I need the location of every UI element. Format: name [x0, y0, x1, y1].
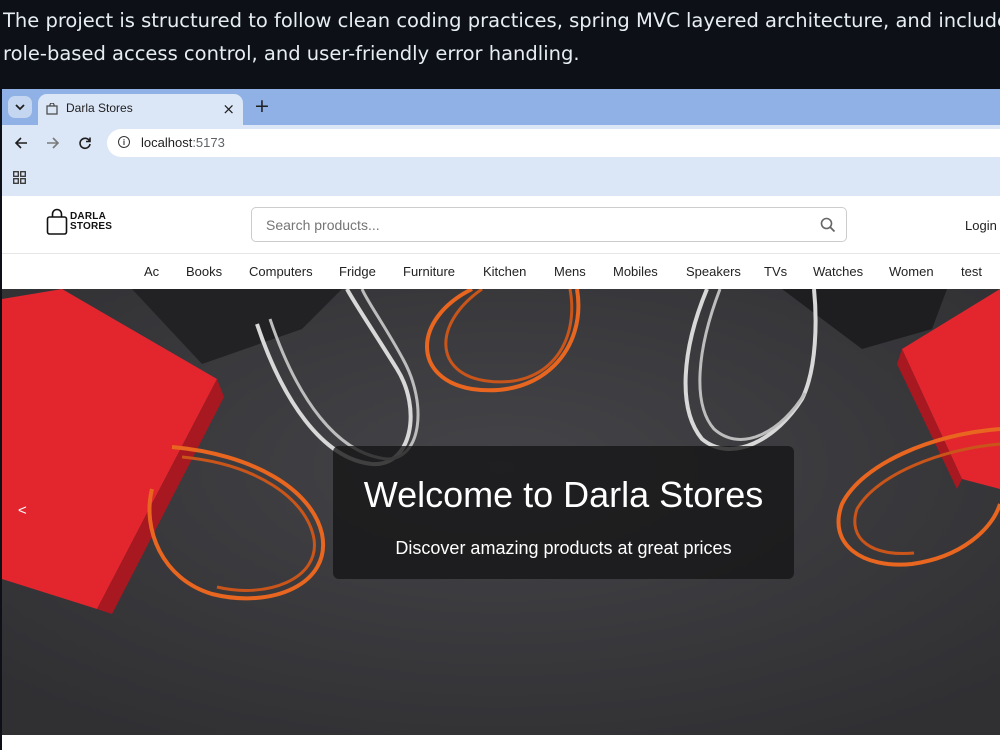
url-text: localhost:5173: [141, 135, 225, 150]
back-arrow-icon[interactable]: [12, 134, 30, 152]
category-computers[interactable]: Computers: [249, 264, 313, 279]
browser-window: Darla Stores × + i localhost:5173 DARLA …: [2, 89, 1000, 750]
intro-line-2: role-based access control, and user-frie…: [3, 42, 580, 65]
hero-subtitle: Discover amazing products at great price…: [395, 538, 732, 558]
apps-grid-icon[interactable]: [13, 171, 26, 184]
forward-arrow-icon[interactable]: [44, 134, 62, 152]
url-port: :5173: [192, 135, 225, 150]
category-mens[interactable]: Mens: [554, 264, 586, 279]
bookmarks-bar: [2, 161, 1000, 197]
plus-icon[interactable]: +: [254, 95, 270, 117]
site-header: DARLA STORES Login: [2, 196, 1000, 254]
category-watches[interactable]: Watches: [813, 264, 863, 279]
category-women[interactable]: Women: [889, 264, 934, 279]
category-nav: Ac Books Computers Fridge Furniture Kitc…: [2, 254, 1000, 290]
search-box: [251, 207, 847, 242]
reload-icon[interactable]: [76, 134, 94, 152]
chevron-down-icon: [15, 104, 25, 111]
intro-text: The project is structured to follow clea…: [3, 4, 1000, 70]
category-speakers[interactable]: Speakers: [686, 264, 741, 279]
info-icon[interactable]: i: [118, 136, 130, 148]
page-content-area: [2, 735, 1000, 750]
logo-text: DARLA STORES: [70, 212, 112, 232]
tab-bar: Darla Stores × +: [2, 89, 1000, 125]
category-tvs[interactable]: TVs: [764, 264, 787, 279]
hero-carousel: < Welcome to Darla Stores Discover amazi…: [2, 289, 1000, 735]
close-icon[interactable]: ×: [222, 100, 235, 118]
hero-caption: Welcome to Darla Stores Discover amazing…: [333, 446, 794, 579]
category-ac[interactable]: Ac: [144, 264, 159, 279]
logo-line-2: STORES: [70, 221, 113, 232]
site-logo[interactable]: DARLA STORES: [46, 206, 116, 238]
address-bar[interactable]: i localhost:5173: [107, 129, 1000, 157]
hero-title: Welcome to Darla Stores: [363, 474, 764, 515]
category-books[interactable]: Books: [186, 264, 222, 279]
category-test[interactable]: test: [961, 264, 982, 279]
intro-line-1: The project is structured to follow clea…: [3, 9, 1000, 32]
category-mobiles[interactable]: Mobiles: [613, 264, 658, 279]
carousel-prev-button[interactable]: <: [18, 502, 27, 519]
tab-search-button[interactable]: [8, 96, 32, 118]
favicon-icon: [46, 103, 58, 115]
browser-toolbar: i localhost:5173: [2, 125, 1000, 161]
category-furniture[interactable]: Furniture: [403, 264, 455, 279]
url-host: localhost: [141, 135, 193, 150]
shopping-bag-icon: [46, 208, 68, 235]
tab-title: Darla Stores: [66, 101, 133, 115]
tab-darla-stores[interactable]: Darla Stores ×: [38, 94, 243, 125]
category-fridge[interactable]: Fridge: [339, 264, 376, 279]
search-icon[interactable]: [820, 217, 836, 233]
category-kitchen[interactable]: Kitchen: [483, 264, 526, 279]
login-link[interactable]: Login: [965, 218, 997, 233]
search-input[interactable]: [253, 209, 793, 240]
